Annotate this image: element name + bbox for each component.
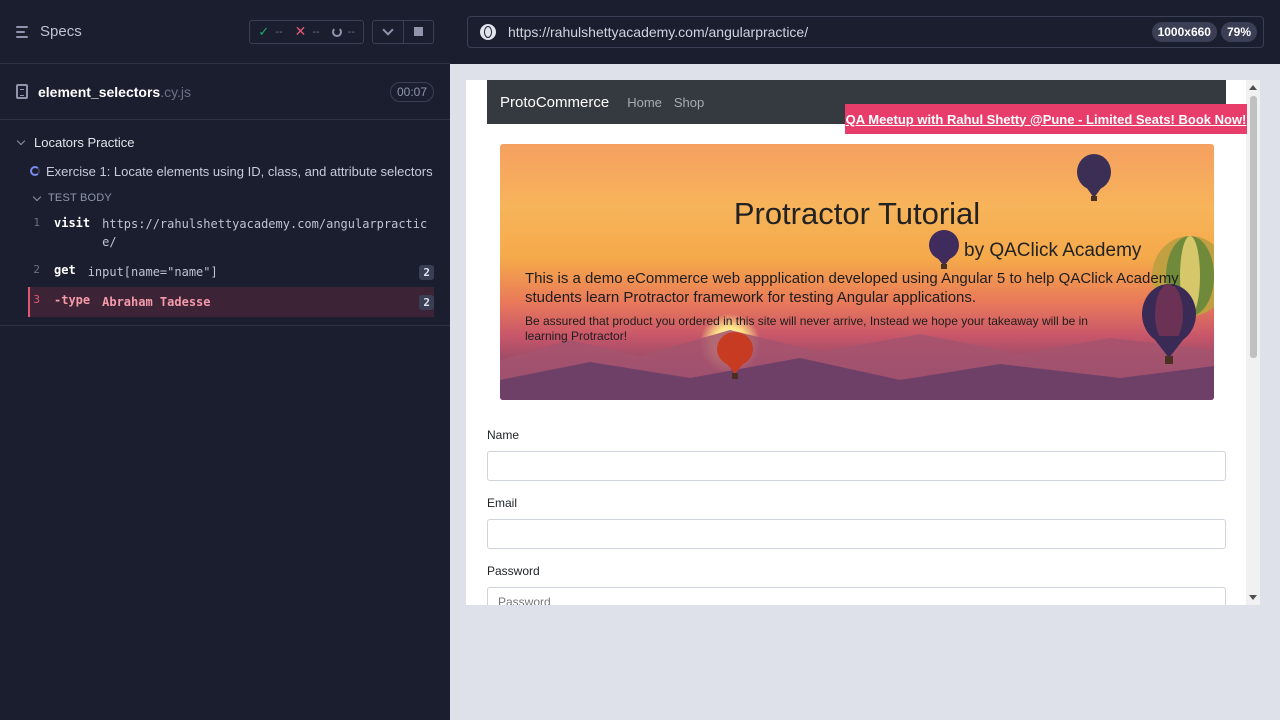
element-count-badge: 2 bbox=[419, 294, 434, 310]
aut-header: https://rahulshettyacademy.com/angularpr… bbox=[450, 0, 1280, 64]
suite-title-row[interactable]: Locators Practice bbox=[0, 128, 450, 156]
element-count-badge: 2 bbox=[419, 264, 434, 280]
nav-link-shop[interactable]: Shop bbox=[674, 95, 704, 110]
suite-block: Locators Practice Exercise 1: Locate ele… bbox=[0, 120, 450, 326]
specs-toggle-button[interactable]: Specs bbox=[16, 23, 82, 40]
promo-banner-link[interactable]: QA Meetup with Rahul Shetty @Pune - Limi… bbox=[845, 104, 1247, 134]
command-log-panel: Specs ✓ -- ✕ -- -- element_selectors .cy.j… bbox=[0, 0, 450, 720]
stats-summary: ✓ -- ✕ -- -- bbox=[249, 19, 364, 44]
globe-icon bbox=[480, 24, 496, 40]
test-body-row[interactable]: TEST BODY bbox=[0, 186, 450, 210]
scroll-up-arrow-icon[interactable] bbox=[1249, 85, 1257, 90]
run-controls bbox=[372, 19, 434, 44]
url-bar[interactable]: https://rahulshettyacademy.com/angularpr… bbox=[467, 16, 1264, 48]
command-row-active[interactable]: 3 -type Abraham Tadesse 2 bbox=[28, 287, 434, 317]
command-number: 3 bbox=[33, 293, 40, 306]
aut-iframe: ProtoCommerce Home Shop QA Meetup with R… bbox=[466, 80, 1260, 605]
hero-note: Be assured that product you ordered in t… bbox=[525, 314, 1088, 343]
command-name: get bbox=[54, 263, 76, 277]
test-title-row[interactable]: Exercise 1: Locate elements using ID, cl… bbox=[0, 156, 450, 186]
test-title: Exercise 1: Locate elements using ID, cl… bbox=[46, 163, 433, 179]
name-label: Name bbox=[487, 428, 520, 442]
passed-stat: ✓ -- bbox=[258, 23, 283, 39]
command-number: 2 bbox=[33, 263, 40, 276]
command-row[interactable]: 1 visit https://rahulshettyacademy.com/a… bbox=[30, 210, 434, 257]
hero-subtitle: by QAClick Academy bbox=[964, 240, 1142, 261]
stats-bar: ✓ -- ✕ -- -- bbox=[249, 19, 434, 44]
specs-list-icon bbox=[16, 25, 32, 38]
x-icon: ✕ bbox=[294, 23, 307, 39]
pending-icon bbox=[331, 26, 342, 37]
site-brand[interactable]: ProtoCommerce bbox=[500, 94, 609, 111]
viewport-size-badge[interactable]: 1000x660 bbox=[1151, 22, 1217, 42]
check-icon: ✓ bbox=[258, 23, 270, 39]
spec-duration: 00:07 bbox=[389, 81, 434, 102]
hero-banner: Protractor Tutorial by QAClick Academy T… bbox=[500, 144, 1214, 400]
command-row[interactable]: 2 get input[name="name"] 2 bbox=[30, 257, 434, 287]
suite-title: Locators Practice bbox=[34, 134, 135, 150]
spec-file-extension: .cy.js bbox=[160, 83, 192, 100]
hero-description: This is a demo eCommerce web appplicatio… bbox=[525, 270, 1179, 306]
stop-icon bbox=[414, 27, 423, 36]
test-body-label: TEST BODY bbox=[48, 192, 112, 204]
password-input[interactable] bbox=[487, 587, 1226, 605]
password-label: Password bbox=[487, 564, 540, 578]
collapse-all-button[interactable] bbox=[373, 21, 403, 43]
name-input[interactable] bbox=[487, 451, 1226, 481]
chevron-down-icon bbox=[16, 136, 26, 145]
email-label: Email bbox=[487, 496, 518, 510]
document-icon bbox=[16, 84, 28, 99]
spec-file-header: element_selectors .cy.js 00:07 bbox=[0, 64, 450, 120]
command-number: 1 bbox=[33, 216, 40, 229]
balloon-graphic bbox=[1077, 154, 1111, 201]
zoom-badge: 79% bbox=[1220, 22, 1257, 42]
reporter-header: Specs ✓ -- ✕ -- -- bbox=[0, 0, 450, 64]
balloon-graphic bbox=[929, 230, 959, 269]
nav-link-home[interactable]: Home bbox=[627, 95, 662, 110]
app-under-test-panel: https://rahulshettyacademy.com/angularpr… bbox=[450, 0, 1280, 720]
command-message: input[name="name"] bbox=[87, 265, 218, 279]
spec-file-name[interactable]: element_selectors bbox=[38, 84, 160, 100]
command-list: 1 visit https://rahulshettyacademy.com/a… bbox=[28, 210, 434, 317]
command-name: visit bbox=[54, 216, 91, 230]
scroll-down-arrow-icon[interactable] bbox=[1249, 595, 1257, 600]
hero-title: Protractor Tutorial bbox=[733, 196, 981, 231]
scroll-thumb[interactable] bbox=[1250, 96, 1257, 358]
command-message: https://rahulshettyacademy.com/angularpr… bbox=[102, 217, 428, 249]
email-input[interactable] bbox=[487, 519, 1226, 549]
chevron-down-icon bbox=[32, 192, 42, 201]
running-spinner-icon bbox=[30, 166, 40, 176]
command-message: Abraham Tadesse bbox=[102, 295, 211, 309]
stop-button[interactable] bbox=[403, 20, 433, 43]
pending-stat: -- bbox=[331, 26, 355, 38]
failed-stat: ✕ -- bbox=[294, 23, 320, 39]
chevron-down-icon bbox=[382, 23, 394, 36]
command-name: -type bbox=[54, 293, 91, 307]
iframe-scrollbar[interactable] bbox=[1246, 80, 1260, 605]
url-text: https://rahulshettyacademy.com/angularpr… bbox=[508, 24, 809, 40]
specs-label: Specs bbox=[40, 23, 82, 40]
